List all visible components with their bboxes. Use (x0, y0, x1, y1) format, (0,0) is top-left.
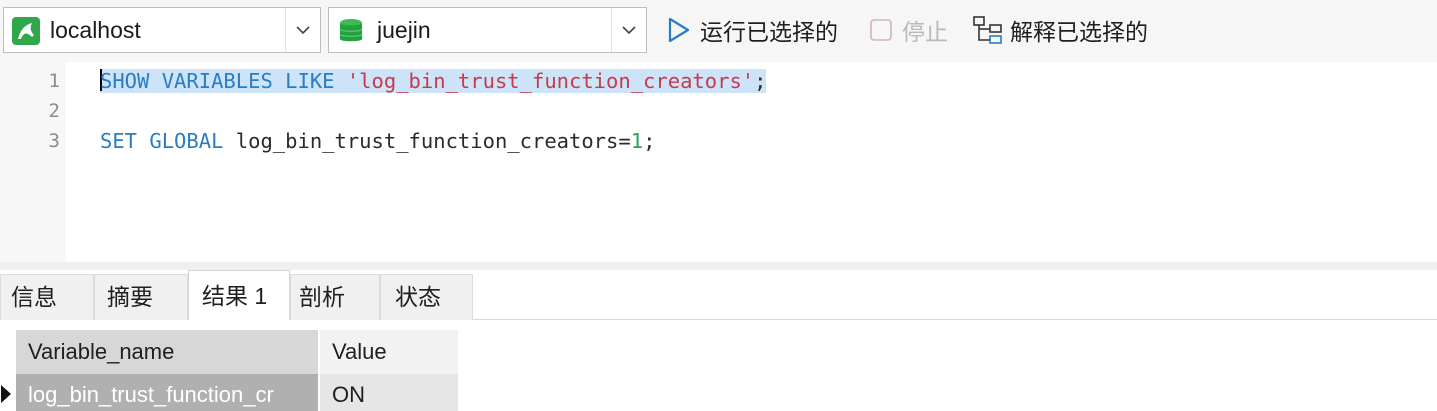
result-tabs: 信息 摘要 结果 1 剖析 状态 (0, 270, 1437, 320)
tab-summary[interactable]: 摘要 (94, 274, 188, 320)
database-icon (339, 19, 363, 42)
table-cell[interactable]: log_bin_trust_function_cr (16, 374, 319, 411)
explain-selected-button[interactable]: 解释已选择的 (972, 7, 1148, 53)
tab-profile[interactable]: 剖析 (290, 274, 380, 320)
line-number: 2 (48, 100, 60, 122)
sql-string: 'log_bin_trust_function_creators' (346, 69, 755, 93)
stop-label: 停止 (902, 19, 948, 45)
run-selected-button[interactable]: 运行已选择的 (664, 7, 838, 53)
current-row-indicator-icon (1, 385, 11, 403)
tab-info[interactable]: 信息 (0, 274, 94, 320)
chevron-down-icon[interactable] (620, 23, 638, 37)
database-value: juejin (377, 17, 431, 43)
result-grid: Variable_name Value log_bin_trust_functi… (0, 320, 1437, 411)
play-icon (668, 17, 690, 43)
sql-number: 1 (630, 129, 644, 153)
line-number-gutter: 1 2 3 (0, 62, 66, 262)
connection-value: localhost (50, 17, 141, 43)
tab-result-1[interactable]: 结果 1 (188, 270, 290, 320)
stop-button[interactable]: 停止 (868, 7, 948, 53)
pane-splitter[interactable] (0, 262, 1437, 270)
navicat-query-window: localhost juejin 运行已选择的 停止 解释已选择的 1 2 3 … (0, 0, 1437, 411)
mysql-connection-icon (12, 17, 40, 45)
sql-identifier: log_bin_trust_function_creators= (235, 129, 631, 153)
line-number: 1 (48, 70, 60, 92)
sql-editor[interactable]: 1 2 3 SHOW VARIABLES LIKE 'log_bin_trust… (0, 62, 1437, 262)
column-header-variable-name[interactable]: Variable_name (16, 330, 319, 374)
chevron-down-icon[interactable] (294, 23, 312, 37)
line-number: 3 (48, 130, 60, 152)
sql-terminator: ; (643, 129, 656, 153)
connection-select[interactable]: localhost (3, 7, 321, 53)
column-header-value[interactable]: Value (320, 330, 458, 374)
database-select[interactable]: juejin (328, 7, 647, 53)
query-toolbar: localhost juejin 运行已选择的 停止 解释已选择的 (0, 0, 1437, 62)
run-selected-label: 运行已选择的 (700, 19, 838, 45)
sql-keyword: SET GLOBAL (100, 129, 224, 153)
stop-icon (870, 19, 892, 41)
explain-selected-label: 解释已选择的 (1010, 19, 1148, 45)
sql-terminator: ; (754, 69, 767, 93)
code-line-3[interactable]: SET GLOBAL log_bin_trust_function_creato… (100, 126, 655, 156)
explain-icon (973, 16, 1002, 44)
table-cell[interactable]: ON (320, 374, 458, 411)
tab-status[interactable]: 状态 (380, 274, 473, 320)
code-line-1[interactable]: SHOW VARIABLES LIKE 'log_bin_trust_funct… (100, 66, 767, 96)
sql-keyword: SHOW VARIABLES LIKE (100, 69, 335, 93)
